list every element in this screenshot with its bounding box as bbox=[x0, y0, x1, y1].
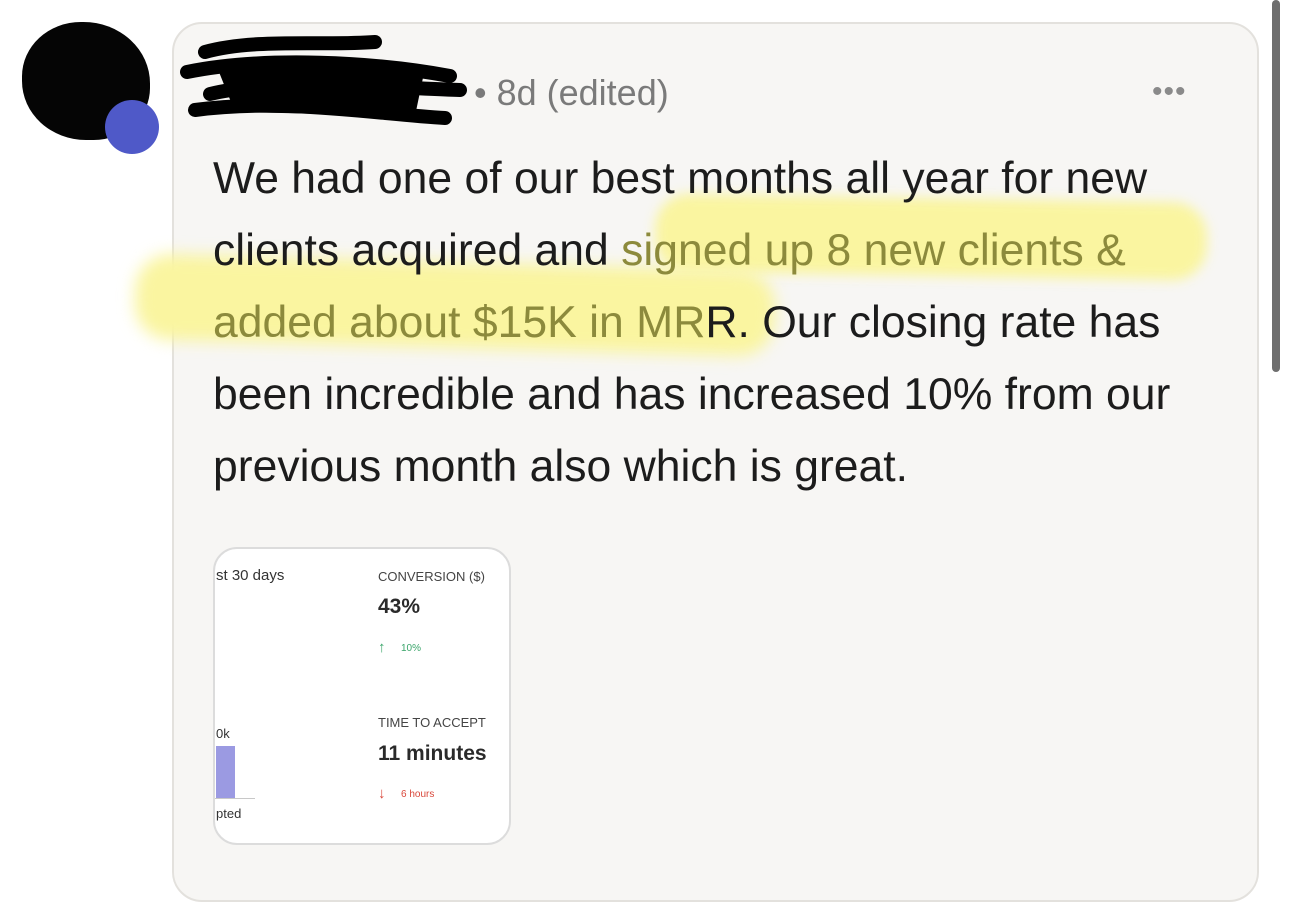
metric-value: 11 minutes bbox=[378, 742, 487, 765]
metric-change: 10% bbox=[401, 643, 422, 654]
attached-image[interactable]: st 30 days 0k pted CONVERSION ($) 43% ↑ … bbox=[213, 547, 511, 845]
post-body: We had one of our best months all year f… bbox=[213, 143, 1233, 503]
metric-change: 6 hours bbox=[401, 789, 435, 800]
bar bbox=[216, 746, 235, 798]
arrow-down-icon: ↓ bbox=[378, 785, 386, 802]
highlighted-text-end: R bbox=[705, 298, 738, 347]
avatar-badge bbox=[105, 100, 159, 154]
scrollbar[interactable] bbox=[1272, 0, 1280, 372]
bar-tick-label: 0k bbox=[216, 726, 230, 741]
arrow-up-icon: ↑ bbox=[378, 639, 386, 656]
bar-caption: pted bbox=[216, 806, 242, 821]
axis-line bbox=[215, 798, 255, 799]
metric-value: 43% bbox=[378, 595, 421, 618]
metric-label: TIME TO ACCEPT bbox=[378, 715, 486, 730]
username-redacted bbox=[180, 35, 467, 125]
period-label: st 30 days bbox=[216, 567, 285, 584]
post-timestamp: • 8d (edited) bbox=[474, 72, 669, 113]
metric-label: CONVERSION ($) bbox=[378, 569, 485, 584]
more-options-button[interactable]: ••• bbox=[1152, 75, 1187, 109]
